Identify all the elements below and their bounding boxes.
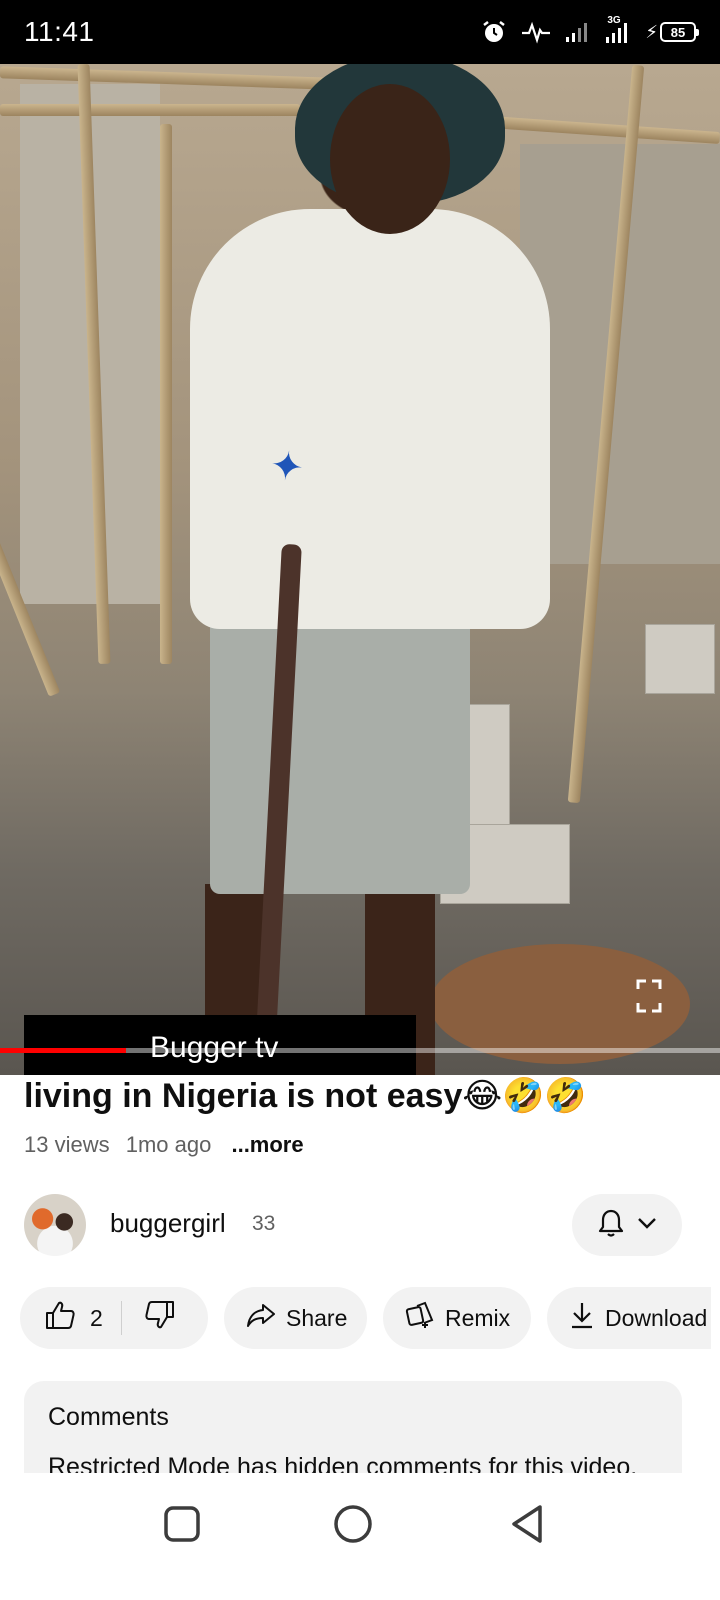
fullscreen-icon[interactable] [636, 979, 662, 1013]
status-bar: 11:41 3G ⚡ 85 [0, 0, 720, 64]
comments-heading: Comments [48, 1403, 169, 1431]
share-label: Share [286, 1304, 348, 1331]
video-title: living in Nigeria is not easy😂🤣🤣 [24, 1077, 587, 1115]
video-meta[interactable]: 13 views 1mo ago ...more [24, 1132, 314, 1158]
like-divider [120, 1301, 122, 1335]
dislike-button[interactable] [144, 1299, 176, 1337]
bell-icon [597, 1208, 625, 1243]
signal-3g-icon: 3G [605, 15, 631, 45]
video-actions: 2 Share Remix Download [20, 1287, 711, 1349]
thumbs-down-icon [144, 1301, 176, 1336]
channel-avatar[interactable] [24, 1194, 86, 1256]
subscriber-count: 33 [252, 1212, 276, 1235]
video-scene-shirt [190, 209, 550, 629]
channel-name[interactable]: buggergirl [110, 1208, 226, 1239]
charging-icon: ⚡ [645, 21, 658, 42]
comments-panel[interactable]: Comments Restricted Mode has hidden comm… [24, 1381, 682, 1473]
share-button[interactable]: Share [224, 1287, 367, 1349]
video-scene-block [645, 624, 715, 694]
comments-restricted-notice: Restricted Mode has hidden comments for … [48, 1453, 638, 1473]
remix-button[interactable]: Remix [383, 1287, 531, 1349]
video-scene-beam [489, 115, 720, 145]
recents-square-icon[interactable] [160, 1502, 204, 1546]
video-progress-played [0, 1048, 126, 1053]
share-icon [246, 1302, 276, 1334]
signal-icon [565, 21, 591, 43]
chevron-down-icon [637, 1216, 657, 1235]
notification-button[interactable] [572, 1194, 682, 1256]
view-count: 13 views [24, 1132, 110, 1157]
video-scene-shirt-print: ✦ [267, 442, 307, 492]
status-time: 11:41 [24, 16, 95, 47]
alarm-icon [481, 19, 507, 45]
back-triangle-icon[interactable] [506, 1502, 550, 1546]
remix-label: Remix [445, 1304, 511, 1331]
activity-icon [521, 20, 551, 44]
upload-age: 1mo ago [125, 1132, 212, 1157]
more-button[interactable]: ...more [231, 1132, 303, 1157]
battery-icon: 85 [660, 22, 699, 42]
status-icons: 3G ⚡ 85 [481, 15, 699, 46]
video-scene-beam [0, 104, 300, 116]
download-button[interactable]: Download [547, 1287, 711, 1349]
system-nav-bar [0, 1474, 720, 1600]
video-scene-head [330, 84, 450, 234]
network-type-label: 3G [607, 15, 621, 26]
like-button[interactable]: 2 [44, 1299, 103, 1337]
video-progress-bar[interactable] [0, 1048, 720, 1053]
download-icon [569, 1300, 595, 1336]
video-player[interactable]: ✦ Bugger tv [0, 64, 720, 1075]
video-channel-overlay: Bugger tv [24, 1015, 416, 1075]
home-circle-icon[interactable] [331, 1502, 375, 1546]
battery-level: 85 [670, 24, 686, 40]
thumbs-up-icon [44, 1299, 76, 1337]
video-scene-pole [160, 124, 172, 664]
like-dislike-group: 2 [20, 1287, 208, 1349]
download-label: Download [605, 1304, 708, 1331]
remix-icon [405, 1300, 435, 1336]
battery-indicator: ⚡ 85 [645, 21, 699, 43]
like-count: 2 [90, 1304, 103, 1331]
